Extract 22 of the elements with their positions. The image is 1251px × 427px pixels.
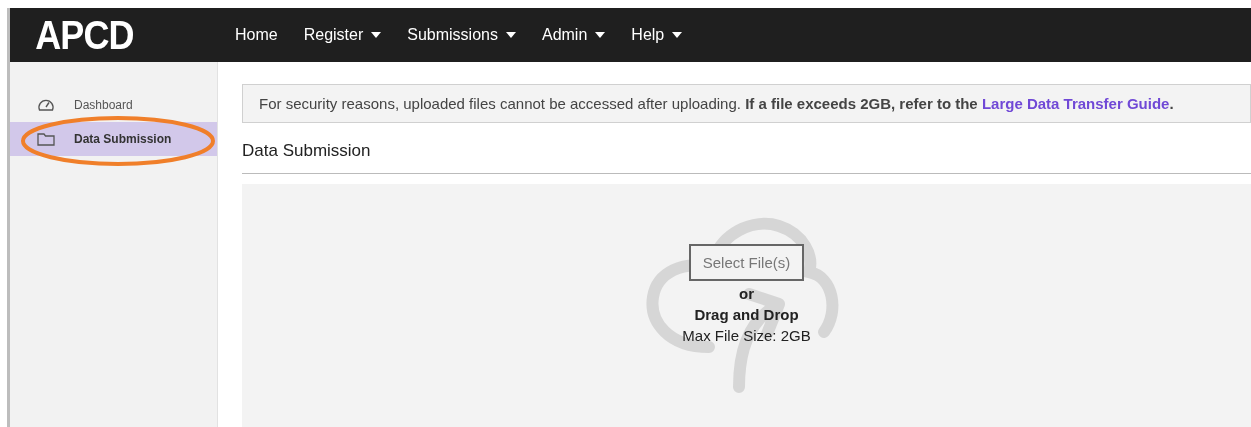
nav-link[interactable]: Home [235,26,278,44]
nav-dropdown[interactable]: Submissions [407,26,516,44]
sidebar-item[interactable]: Dashboard [10,88,217,122]
caret-icon [672,32,683,38]
guide-link[interactable]: Large Data Transfer Guide [981,95,1170,112]
nav-dropdown[interactable]: Register [303,26,382,44]
caret-icon [505,32,516,38]
drag-and-drop-text: Drag and Drop [694,306,799,323]
nav-dropdown[interactable]: Admin [541,26,606,44]
max-file-size-text: Max File Size: 2GB [682,327,811,344]
caret-icon [371,32,382,38]
folder-icon [37,132,55,146]
drop-zone[interactable]: Select File(s) or Drag and Drop Max File Size: 2GB [242,184,1251,427]
select-files-button[interactable]: Select File(s) [688,244,805,281]
section-title: Data Submission [242,123,1251,174]
or-text: or [739,285,754,302]
gauge-icon [37,97,55,113]
brand-logo[interactable]: APCD [10,12,213,58]
sidebar-item[interactable]: Data Submission [10,122,217,156]
notice-text: For security reasons, uploaded files cannot be accessed after uploading. If a file exceeds 2GB, refer to the Large Data Transfer Guide. [259,95,1175,112]
nav-dropdown[interactable]: Help [631,26,683,44]
caret-icon [595,32,606,38]
